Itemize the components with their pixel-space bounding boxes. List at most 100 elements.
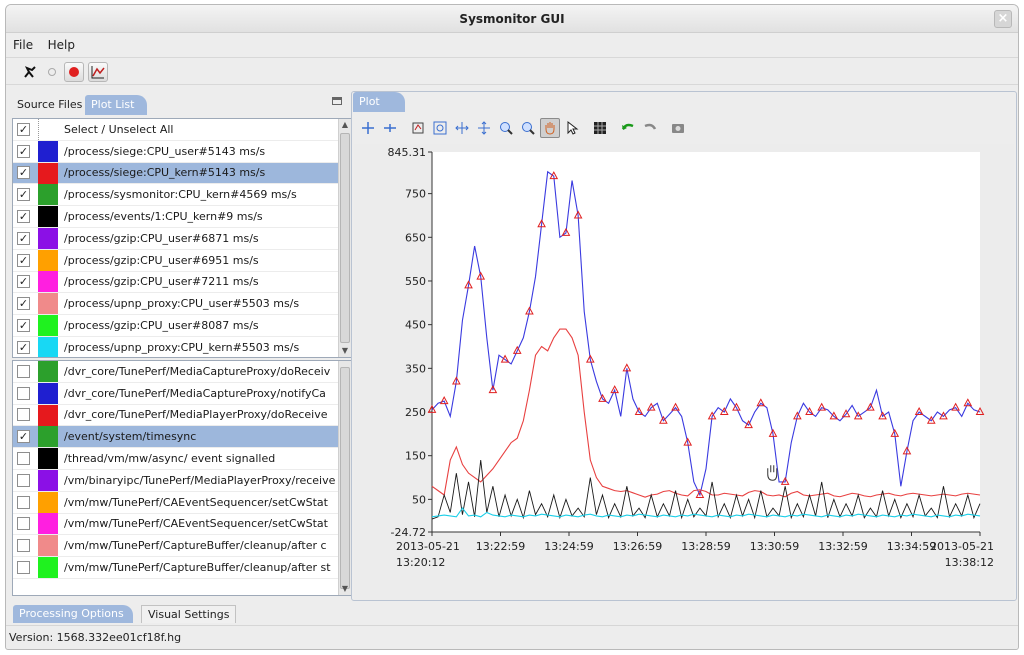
tab-processing-options[interactable]: Processing Options bbox=[13, 605, 133, 623]
x-tick-label: 13:26:59 bbox=[613, 540, 662, 553]
checkbox[interactable]: ✓ bbox=[17, 166, 30, 180]
list-item-label: /vm/binaryipc/TunePerf/MediaPlayerProxy/… bbox=[64, 473, 336, 487]
expand-vertical-icon[interactable] bbox=[474, 118, 494, 138]
list-item[interactable]: ✓ /process/gzip:CPU_user#7211 ms/s bbox=[13, 271, 351, 294]
list-item-label: Select / Unselect All bbox=[64, 122, 174, 136]
plot-icon[interactable] bbox=[88, 62, 108, 82]
app-window: Sysmonitor GUI × File Help Source Files … bbox=[5, 4, 1019, 650]
color-swatch bbox=[38, 140, 58, 162]
scroll-down-icon[interactable]: ▼ bbox=[340, 584, 350, 594]
list-item[interactable]: ✓ Select / Unselect All bbox=[13, 119, 351, 141]
list-item[interactable]: ✓ /process/siege:CPU_user#5143 ms/s bbox=[13, 140, 351, 163]
status-bar: Version: 1568.332ee01cf18f.hg bbox=[6, 625, 1018, 649]
line-chart[interactable]: 845.3175065055045035025015050-24.722013-… bbox=[354, 144, 1014, 600]
tab-source-files[interactable]: Source Files bbox=[11, 95, 88, 115]
close-button[interactable]: × bbox=[994, 10, 1012, 28]
list-item[interactable]: ✓ /process/sysmonitor:CPU_kern#4569 ms/s bbox=[13, 184, 351, 207]
tab-visual-settings[interactable]: Visual Settings bbox=[141, 605, 237, 623]
list-item[interactable]: /vm/binaryipc/TunePerf/MediaPlayerProxy/… bbox=[13, 469, 351, 492]
plot-panel: Plot 845.31 750 650 550 450 350 250 150 50 -24.72… bbox=[351, 91, 1017, 601]
fit-icon[interactable] bbox=[408, 118, 428, 138]
checkbox[interactable]: ✓ bbox=[17, 231, 30, 245]
checkbox[interactable]: ✓ bbox=[17, 210, 30, 224]
list-item[interactable]: /dvr_core/TunePerf/MediaPlayerProxy/doRe… bbox=[13, 404, 351, 427]
checkbox[interactable] bbox=[17, 473, 30, 487]
zoom-x-in-icon[interactable] bbox=[358, 118, 378, 138]
y-tick-label: 250 bbox=[405, 406, 426, 419]
list-item[interactable]: ✓ /event/system/timesync bbox=[13, 426, 351, 449]
save-image-icon[interactable] bbox=[668, 118, 688, 138]
list-item[interactable]: /dvr_core/TunePerf/MediaCaptureProxy/doR… bbox=[13, 361, 351, 383]
color-swatch bbox=[38, 227, 58, 249]
list-item[interactable]: ✓ /process/upnp_proxy:CPU_user#5503 ms/s bbox=[13, 293, 351, 316]
checkbox[interactable] bbox=[17, 386, 30, 400]
undo-icon[interactable] bbox=[618, 118, 638, 138]
pointer-icon[interactable] bbox=[562, 118, 582, 138]
panel-minimize-button[interactable] bbox=[332, 97, 342, 105]
checkbox[interactable]: ✓ bbox=[17, 340, 30, 354]
list-item[interactable]: /vm/mw/TunePerf/CaptureBuffer/cleanup/af… bbox=[13, 557, 351, 579]
checkbox[interactable]: ✓ bbox=[17, 297, 30, 311]
record-icon[interactable] bbox=[64, 62, 84, 82]
list-item[interactable]: ✓ /process/siege:CPU_kern#5143 ms/s bbox=[13, 162, 351, 185]
menu-help[interactable]: Help bbox=[44, 35, 79, 55]
x-tick-label: 13:28:59 bbox=[681, 540, 730, 553]
tab-plot[interactable]: Plot bbox=[353, 92, 405, 112]
checkbox[interactable]: ✓ bbox=[17, 122, 30, 136]
scroll-up-icon[interactable]: ▲ bbox=[340, 120, 350, 130]
color-swatch bbox=[38, 184, 58, 206]
zoom-x-out-icon[interactable] bbox=[380, 118, 400, 138]
list-item[interactable]: /vm/mw/TunePerf/CaptureBuffer/cleanup/af… bbox=[13, 535, 351, 558]
pan-hand-icon[interactable] bbox=[540, 118, 560, 138]
list-item[interactable]: ✓ /process/upnp_proxy:CPU_kern#5503 ms/s bbox=[13, 336, 351, 357]
redo-icon[interactable] bbox=[640, 118, 660, 138]
checkbox[interactable]: ✓ bbox=[17, 188, 30, 202]
checkbox[interactable] bbox=[17, 495, 30, 509]
scroll-thumb[interactable] bbox=[340, 133, 350, 343]
checkbox[interactable] bbox=[17, 517, 30, 531]
zoom-box-icon[interactable] bbox=[430, 118, 450, 138]
checkbox[interactable]: ✓ bbox=[17, 430, 30, 444]
list-item[interactable]: /vm/mw/TunePerf/CAEventSequencer/setCwSt… bbox=[13, 513, 351, 536]
menu-file[interactable]: File bbox=[9, 35, 37, 55]
list-item[interactable]: /vm/mw/TunePerf/CAEventSequencer/setCwSt… bbox=[13, 491, 351, 514]
scroll-down-icon[interactable]: ▼ bbox=[340, 346, 350, 356]
plot-area[interactable]: 845.31 750 650 550 450 350 250 150 50 -24.72 2013-… bbox=[354, 144, 1014, 600]
scroll-thumb[interactable] bbox=[340, 367, 350, 589]
list-item[interactable]: ✓ /process/gzip:CPU_user#6871 ms/s bbox=[13, 227, 351, 250]
refresh-icon[interactable] bbox=[42, 62, 62, 82]
grid-icon[interactable] bbox=[590, 118, 610, 138]
y-tick-label: 845.31 bbox=[388, 146, 427, 159]
window-title: Sysmonitor GUI bbox=[459, 12, 565, 26]
zoom-in-icon[interactable] bbox=[496, 118, 516, 138]
tab-plot-list[interactable]: Plot List bbox=[85, 95, 147, 115]
checkbox[interactable]: ✓ bbox=[17, 319, 30, 333]
all-list-scrollbar[interactable]: ▼ bbox=[338, 361, 351, 595]
zoom-out-icon[interactable] bbox=[518, 118, 538, 138]
list-item[interactable]: /thread/vm/mw/async/ event signalled bbox=[13, 448, 351, 470]
checkbox[interactable]: ✓ bbox=[17, 275, 30, 289]
list-item-label: /process/gzip:CPU_user#7211 ms/s bbox=[64, 275, 259, 289]
color-swatch bbox=[38, 162, 58, 184]
expand-horizontal-icon[interactable] bbox=[452, 118, 472, 138]
checkbox[interactable] bbox=[17, 408, 30, 422]
checkbox[interactable]: ✓ bbox=[17, 253, 30, 267]
checkbox[interactable] bbox=[17, 364, 30, 378]
list-item-label: /vm/mw/TunePerf/CAEventSequencer/setCwSt… bbox=[64, 517, 328, 531]
list-item-label: /process/upnp_proxy:CPU_kern#5503 ms/s bbox=[64, 340, 300, 354]
checkbox[interactable] bbox=[17, 452, 30, 466]
checkbox[interactable] bbox=[17, 539, 30, 553]
selected-plot-list: ✓ Select / Unselect All ✓ /process/siege:CP… bbox=[12, 118, 352, 358]
x-tick-label: 13:30:59 bbox=[750, 540, 799, 553]
selected-list-scrollbar[interactable]: ▲ ▼ bbox=[338, 119, 351, 357]
run-icon[interactable] bbox=[20, 62, 40, 82]
list-item[interactable]: ✓ /process/gzip:CPU_user#8087 ms/s bbox=[13, 315, 351, 337]
list-item[interactable]: ✓ /process/gzip:CPU_user#6951 ms/s bbox=[13, 249, 351, 272]
checkbox[interactable]: ✓ bbox=[17, 144, 30, 158]
checkbox[interactable] bbox=[17, 561, 30, 575]
list-item-label: /dvr_core/TunePerf/MediaCaptureProxy/not… bbox=[64, 386, 326, 400]
list-item-label: /vm/mw/TunePerf/CAEventSequencer/setCwSt… bbox=[64, 495, 328, 509]
y-tick-label: 550 bbox=[405, 275, 426, 288]
list-item[interactable]: ✓ /process/events/1:CPU_kern#9 ms/s bbox=[13, 206, 351, 228]
list-item[interactable]: /dvr_core/TunePerf/MediaCaptureProxy/not… bbox=[13, 382, 351, 405]
